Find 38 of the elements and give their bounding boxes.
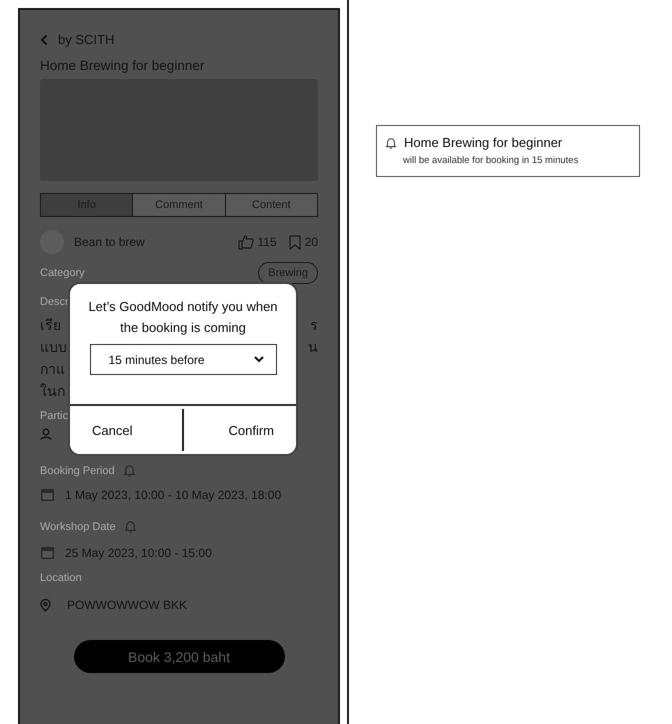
bookmark-icon[interactable] bbox=[288, 234, 301, 250]
bell-icon bbox=[385, 136, 397, 148]
workshop-title: Home Brewing for beginner bbox=[40, 58, 204, 73]
description-label: Descr bbox=[40, 296, 69, 308]
location-label: Location bbox=[40, 572, 82, 584]
calendar-icon bbox=[40, 487, 55, 502]
location-pin-icon bbox=[40, 598, 51, 612]
tab[interactable]: Comment bbox=[132, 194, 225, 216]
description-text: แบบ bbox=[40, 338, 67, 357]
description-text: ร bbox=[310, 316, 318, 335]
byline: by SCITH bbox=[58, 32, 114, 47]
description-text: น bbox=[308, 338, 318, 357]
thumbs-up-icon[interactable] bbox=[238, 234, 254, 250]
chevron-down-icon bbox=[254, 356, 264, 363]
like-count: 115 bbox=[258, 235, 277, 249]
dialog-message: Let’s GoodMood notify you when the booking is coming bbox=[87, 298, 279, 337]
workshop-date-label: Workshop Date bbox=[40, 520, 116, 532]
person-icon bbox=[40, 428, 52, 440]
description-text: ในก bbox=[40, 382, 65, 401]
notification-title: Home Brewing for beginner bbox=[404, 135, 562, 150]
bell-icon bbox=[124, 520, 137, 533]
bell-icon bbox=[122, 464, 136, 477]
booking-period-label: Booking Period bbox=[40, 464, 115, 476]
book-button[interactable]: Book 3,200 baht bbox=[74, 640, 284, 673]
booking-period: 1 May 2023, 10:00 - 10 May 2023, 18:00 bbox=[65, 488, 282, 502]
participants-label: Partic bbox=[40, 410, 68, 422]
reminder-select[interactable]: 15 minutes before bbox=[90, 344, 276, 375]
description-text: เรีย bbox=[40, 316, 61, 335]
category-label: Category bbox=[40, 267, 85, 279]
back-icon[interactable] bbox=[40, 34, 48, 46]
save-count: 20 bbox=[304, 235, 318, 249]
calendar-icon bbox=[40, 545, 55, 560]
tab[interactable]: Content bbox=[224, 194, 317, 216]
notification-body: will be available for booking in 15 minutes bbox=[403, 155, 580, 166]
workshop-date: 25 May 2023, 10:00 - 15:00 bbox=[65, 546, 212, 560]
host-name: Bean to brew bbox=[74, 235, 145, 249]
description-text: กาแ bbox=[40, 360, 65, 379]
location: POWWOWWOW BKK bbox=[67, 598, 187, 612]
